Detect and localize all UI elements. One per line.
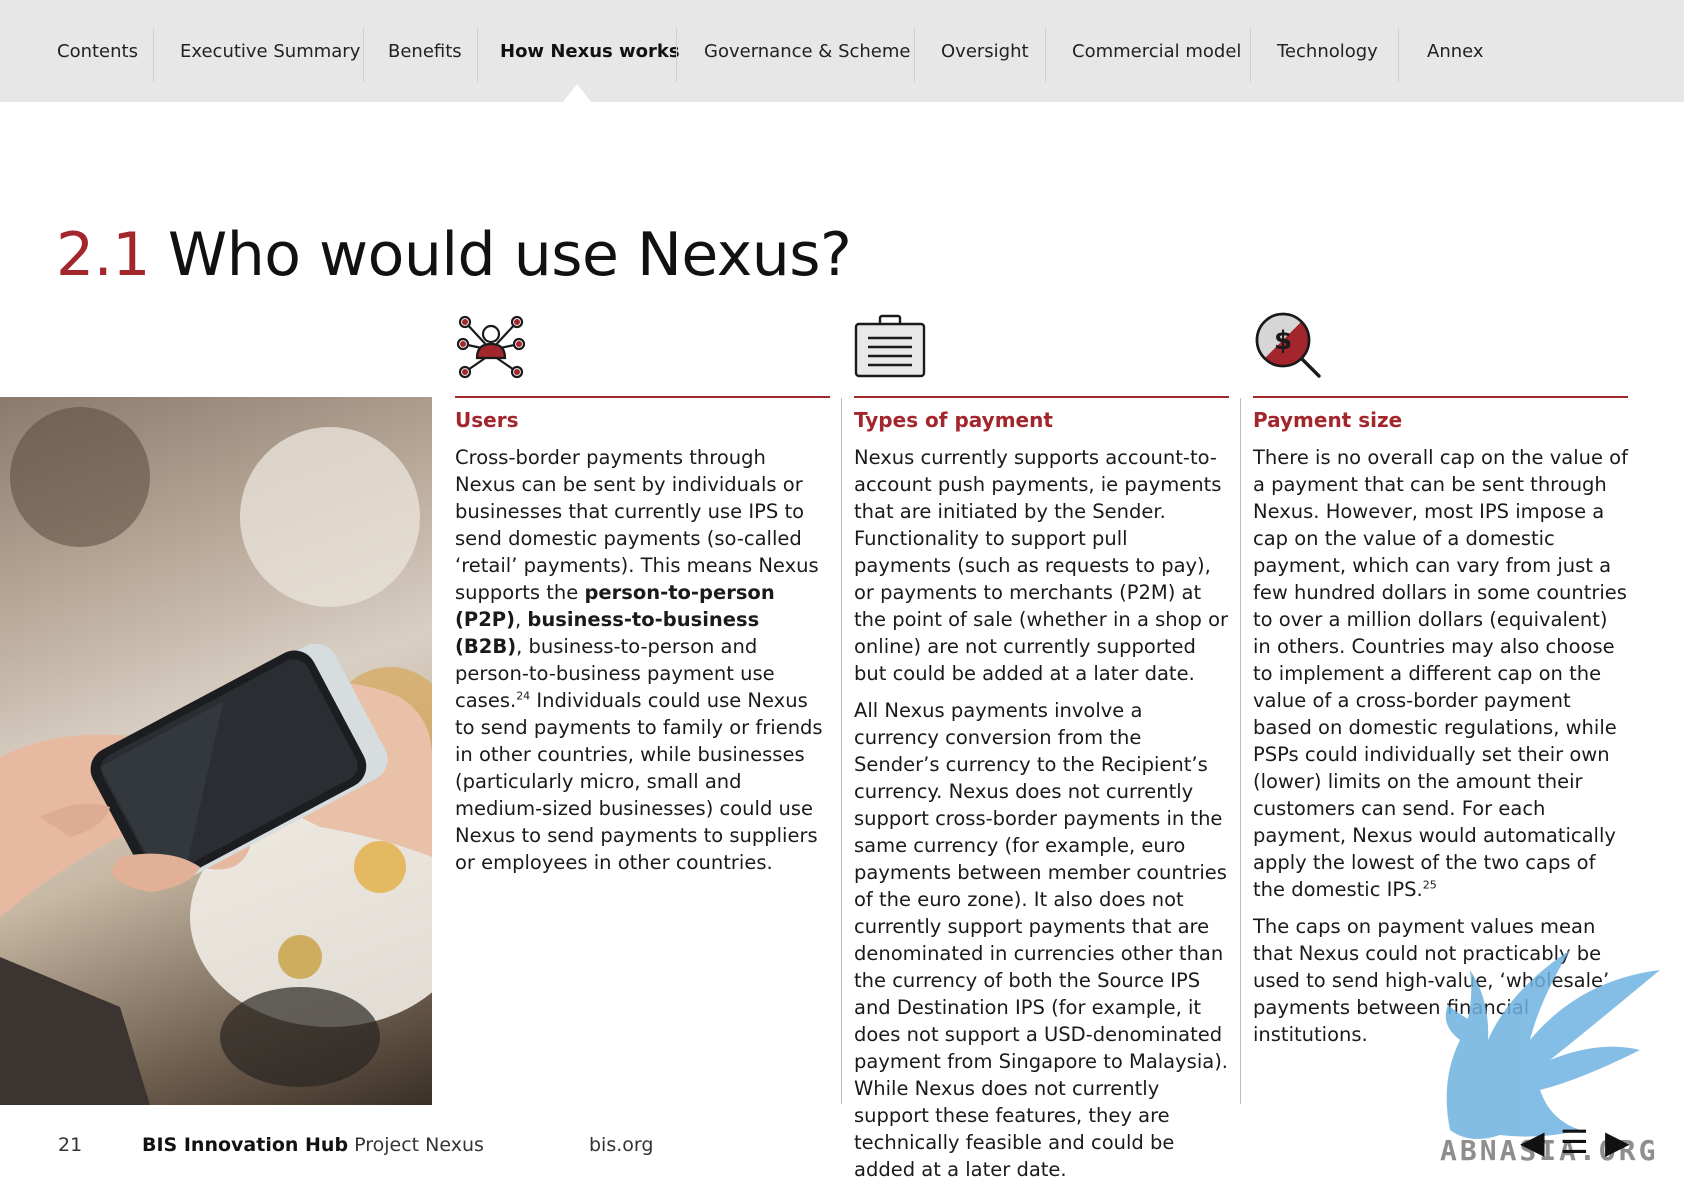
nav-divider — [1045, 28, 1046, 82]
nav-divider — [363, 28, 364, 82]
page-title: 2.1 Who would use Nexus? — [56, 220, 852, 291]
griffin-watermark-logo — [1445, 950, 1660, 1139]
section-number: 2.1 — [56, 220, 150, 291]
column-rule — [455, 396, 830, 398]
column-rule — [1253, 396, 1628, 398]
next-page-icon[interactable]: ▶ — [1605, 1123, 1630, 1161]
nav-item-commercial-model[interactable]: Commercial model — [1072, 0, 1241, 102]
footer-site-link[interactable]: bis.org — [589, 1134, 653, 1156]
column-heading-size: Payment size — [1253, 408, 1403, 432]
column-body-users: Cross-border payments through Nexus can … — [455, 444, 830, 886]
footer-project: Project Nexus — [354, 1134, 484, 1156]
photo-phone-payment — [0, 397, 432, 1105]
column-divider — [841, 398, 842, 1104]
page-title-text: Who would use Nexus? — [167, 220, 852, 291]
footnote-ref[interactable]: 24 — [516, 690, 530, 703]
nav-item-governance-scheme[interactable]: Governance & Scheme — [704, 0, 910, 102]
nav-item-contents[interactable]: Contents — [57, 0, 138, 102]
column-rule — [854, 396, 1229, 398]
svg-text:$: $ — [1274, 326, 1292, 356]
text-run: Individuals could use Nexus to send paym… — [455, 689, 823, 874]
nav-divider — [1398, 28, 1399, 82]
users-paragraph: Cross-border payments through Nexus can … — [455, 444, 830, 876]
column-users: Users Cross-border payments through Nexu… — [455, 310, 830, 874]
nav-divider — [153, 28, 154, 82]
footer-publication: BIS Innovation Hub Project Nexus — [142, 1134, 484, 1156]
column-heading-types: Types of payment — [854, 408, 1053, 432]
footnote-ref[interactable]: 25 — [1423, 879, 1437, 892]
active-tab-indicator — [563, 84, 591, 102]
briefcase-list-icon — [854, 314, 926, 378]
column-payment-size: $ Payment size There is no overall cap o… — [1253, 310, 1628, 1046]
nav-divider — [676, 28, 677, 82]
types-paragraph-1: Nexus currently supports account-to-acco… — [854, 446, 1229, 685]
nav-divider — [914, 28, 915, 82]
page-number: 21 — [58, 1134, 83, 1156]
dollar-magnifier-icon: $ — [1255, 312, 1321, 378]
size-paragraph-1: There is no overall cap on the value of … — [1253, 444, 1628, 903]
nav-divider — [477, 28, 478, 82]
nav-divider — [1250, 28, 1251, 82]
column-types-of-payment: Types of payment Nexus currently support… — [854, 310, 1229, 1181]
top-navigation: Contents Executive Summary Benefits How … — [0, 0, 1684, 102]
nav-item-oversight[interactable]: Oversight — [941, 0, 1029, 102]
footer-publisher: BIS Innovation Hub — [142, 1134, 349, 1156]
photo-illustration — [0, 407, 432, 1105]
text-run: , — [514, 608, 528, 631]
text-run: There is no overall cap on the value of … — [1253, 446, 1628, 901]
nav-item-benefits[interactable]: Benefits — [388, 0, 462, 102]
column-heading-users: Users — [455, 408, 519, 432]
network-user-icon — [456, 315, 526, 379]
nav-item-technology[interactable]: Technology — [1277, 0, 1378, 102]
column-divider — [1240, 398, 1241, 1104]
types-paragraph-2: All Nexus payments involve a currency co… — [854, 699, 1229, 1181]
nav-item-annex[interactable]: Annex — [1427, 0, 1484, 102]
menu-icon[interactable]: ☰ — [1560, 1123, 1589, 1161]
column-body-types: Nexus currently supports account-to-acco… — [854, 444, 1229, 1193]
nav-item-executive-summary[interactable]: Executive Summary — [180, 0, 360, 102]
prev-page-icon[interactable]: ◀ — [1520, 1123, 1545, 1161]
